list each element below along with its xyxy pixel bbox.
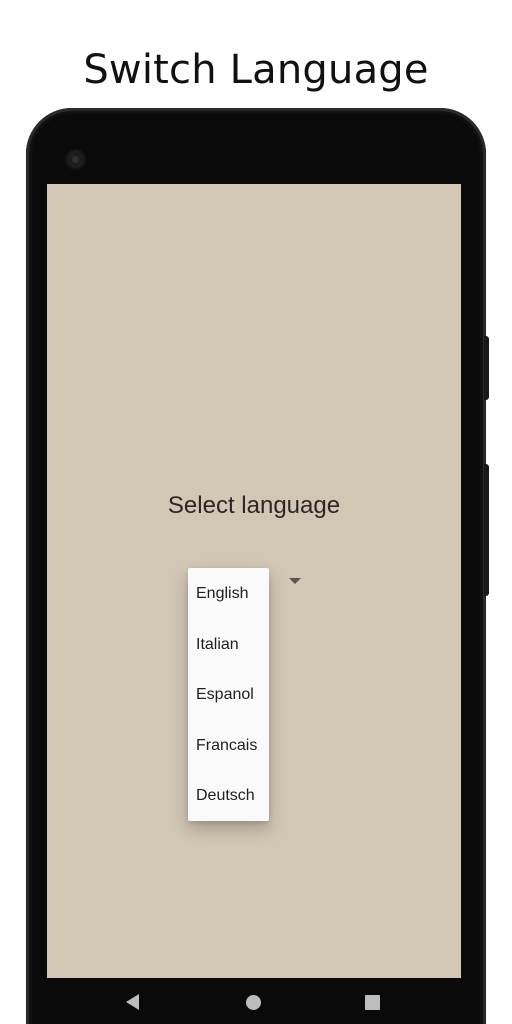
language-option-english[interactable]: English [188, 569, 269, 620]
language-option-francais[interactable]: Francais [188, 721, 269, 772]
language-option-italian[interactable]: Italian [188, 620, 269, 671]
language-option-deutsch[interactable]: Deutsch [188, 771, 269, 822]
language-dropdown-menu: English Italian Espanol Francais Deutsch [188, 568, 269, 821]
volume-button [484, 464, 489, 596]
dropdown-arrow-icon[interactable] [289, 578, 301, 584]
home-icon[interactable] [246, 995, 261, 1010]
app-screen: Select language English Italian Espanol … [47, 184, 461, 978]
front-camera-icon [67, 151, 84, 168]
power-button [484, 336, 489, 400]
page: Switch Language Select language English … [0, 0, 512, 1024]
headline: Switch Language [83, 47, 429, 93]
select-language-label: Select language [167, 492, 341, 519]
recents-icon[interactable] [365, 995, 380, 1010]
back-icon[interactable] [126, 994, 139, 1010]
navigation-bar [47, 978, 461, 1024]
language-option-espanol[interactable]: Espanol [188, 670, 269, 721]
